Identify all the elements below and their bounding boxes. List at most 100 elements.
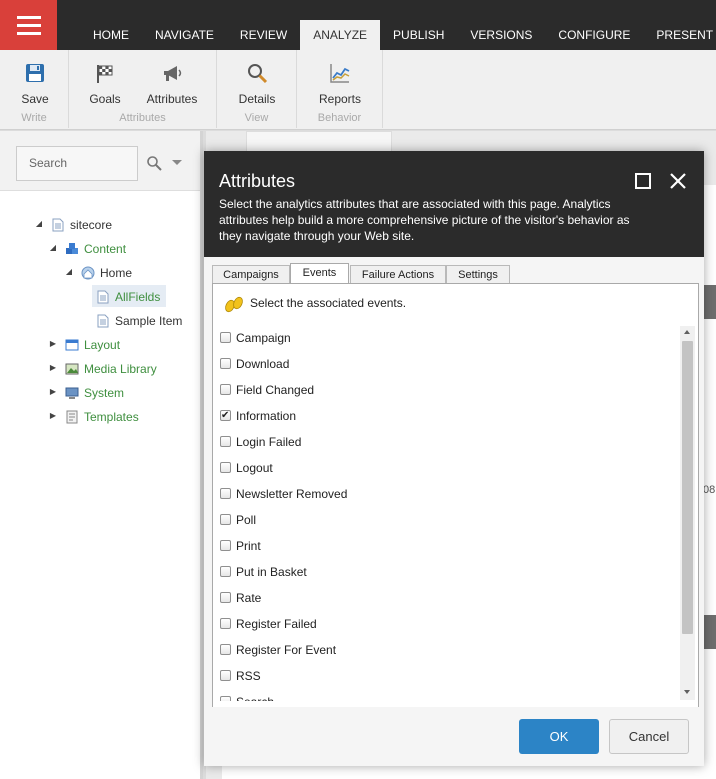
tree-item-label: Home: [100, 265, 133, 280]
home-icon: [81, 266, 95, 280]
events-panel: Select the associated events. Campaign D…: [212, 283, 699, 714]
event-label: Register Failed: [236, 617, 317, 631]
tab-home[interactable]: HOME: [80, 20, 142, 50]
checkbox[interactable]: [220, 592, 231, 603]
templates-icon: [66, 410, 78, 424]
ribbon-group-view: Details View: [217, 50, 297, 128]
ok-button[interactable]: OK: [519, 719, 599, 754]
checkbox[interactable]: [220, 618, 231, 629]
ribbon-group-behavior: Reports Behavior: [297, 50, 383, 128]
event-label: Login Failed: [236, 435, 302, 449]
expanded-arrow-icon[interactable]: ◢: [33, 213, 45, 235]
close-icon[interactable]: [668, 171, 688, 191]
megaphone-icon: [164, 66, 182, 81]
checkbox[interactable]: [220, 514, 231, 525]
content-tab: [246, 131, 392, 151]
collapsed-arrow-icon[interactable]: ▶: [47, 381, 59, 403]
goals-button[interactable]: Goals: [83, 62, 127, 106]
tab-analyze[interactable]: ANALYZE: [300, 20, 381, 50]
event-label: Logout: [236, 461, 273, 475]
system-icon: [65, 387, 79, 399]
collapsed-section-bar[interactable]: [704, 615, 716, 649]
main-tabs: HOME NAVIGATE REVIEW ANALYZE PUBLISH VER…: [80, 20, 716, 50]
dialog-title: Attributes: [219, 171, 296, 191]
scroll-down-arrow-icon[interactable]: [684, 690, 690, 694]
maximize-icon[interactable]: [635, 173, 651, 189]
checkbox[interactable]: [220, 384, 231, 395]
event-label: Campaign: [236, 331, 291, 345]
ribbon-group-label: Write: [21, 112, 47, 124]
top-navigation-bar: HOME NAVIGATE REVIEW ANALYZE PUBLISH VER…: [0, 0, 716, 50]
checkbox-checked[interactable]: [220, 406, 231, 426]
cancel-button[interactable]: Cancel: [609, 719, 689, 754]
checkbox[interactable]: [220, 644, 231, 655]
event-label: Register For Event: [236, 643, 337, 657]
checkbox[interactable]: [220, 462, 231, 473]
ribbon-group-write: Save Write: [0, 50, 69, 128]
checkbox[interactable]: [220, 332, 231, 343]
checkbox[interactable]: [220, 670, 231, 681]
document-icon: [52, 218, 64, 232]
details-button[interactable]: Details: [235, 62, 279, 106]
vertical-scrollbar[interactable]: [680, 326, 695, 700]
flag-icon: [97, 65, 113, 83]
save-button[interactable]: Save: [13, 62, 57, 106]
hamburger-icon[interactable]: [0, 0, 57, 50]
footprints-icon: [225, 296, 243, 313]
chevron-down-icon[interactable]: [172, 160, 182, 165]
ribbon-group-label: Attributes: [119, 112, 166, 124]
event-label: Newsletter Removed: [236, 487, 348, 501]
attributes-label: Attributes: [146, 92, 198, 106]
tree-item-sitecore[interactable]: ◢ sitecore: [36, 213, 112, 235]
collapsed-arrow-icon[interactable]: ▶: [47, 357, 59, 379]
checkbox[interactable]: [220, 358, 231, 369]
tab-settings[interactable]: Settings: [446, 265, 510, 285]
expanded-arrow-icon[interactable]: ◢: [47, 237, 59, 259]
tab-review[interactable]: REVIEW: [227, 20, 300, 50]
checkbox[interactable]: [220, 566, 231, 577]
tree-item-content[interactable]: ◢ Content: [50, 237, 126, 259]
tree-item-templates[interactable]: ▶ Templates: [50, 405, 139, 427]
media-icon: [65, 363, 79, 375]
tab-publish[interactable]: PUBLISH: [380, 20, 457, 50]
event-label: Put in Basket: [236, 565, 307, 579]
attributes-button[interactable]: Attributes: [143, 62, 201, 106]
tree-item-allfields[interactable]: AllFields: [92, 285, 167, 307]
expanded-arrow-icon[interactable]: ◢: [63, 261, 75, 283]
document-icon: [97, 314, 109, 328]
collapsed-section-bar[interactable]: [704, 285, 716, 319]
tab-versions[interactable]: VERSIONS: [457, 20, 545, 50]
search-input[interactable]: Search: [16, 146, 138, 181]
scroll-up-arrow-icon[interactable]: [684, 330, 690, 334]
collapsed-arrow-icon[interactable]: ▶: [47, 333, 59, 355]
search-icon[interactable]: [146, 155, 162, 171]
chart-icon: [330, 64, 350, 83]
panel-heading-text: Select the associated events.: [250, 296, 407, 310]
tree-item-label: System: [84, 385, 125, 400]
tree-item-layout[interactable]: ▶ Layout: [50, 333, 121, 355]
tab-navigate[interactable]: NAVIGATE: [142, 20, 227, 50]
reports-button[interactable]: Reports: [315, 62, 365, 106]
document-icon: [97, 290, 109, 304]
tree-item-media-library[interactable]: ▶ Media Library: [50, 357, 157, 379]
checkbox[interactable]: [220, 696, 231, 701]
scrollbar-thumb[interactable]: [682, 341, 693, 634]
tree-item-label: Layout: [84, 337, 121, 352]
collapsed-arrow-icon[interactable]: ▶: [47, 405, 59, 427]
event-label: Print: [236, 539, 261, 553]
tab-failure-actions[interactable]: Failure Actions: [350, 265, 446, 285]
attributes-dialog: Attributes Select the analytics attribut…: [204, 151, 704, 766]
search-bar: Search: [0, 131, 200, 191]
tree-item-home[interactable]: ◢ Home: [66, 261, 133, 283]
tree-item-label: Templates: [84, 409, 139, 424]
tab-events[interactable]: Events: [290, 263, 349, 285]
checkbox[interactable]: [220, 540, 231, 551]
checkbox[interactable]: [220, 436, 231, 447]
checkbox[interactable]: [220, 488, 231, 499]
tab-present[interactable]: PRESENT: [643, 20, 716, 50]
layout-icon: [65, 339, 79, 351]
tree-item-system[interactable]: ▶ System: [50, 381, 125, 403]
tree-item-sample-item[interactable]: Sample Item: [96, 309, 182, 331]
tab-configure[interactable]: CONFIGURE: [545, 20, 643, 50]
tab-campaigns[interactable]: Campaigns: [212, 265, 290, 285]
